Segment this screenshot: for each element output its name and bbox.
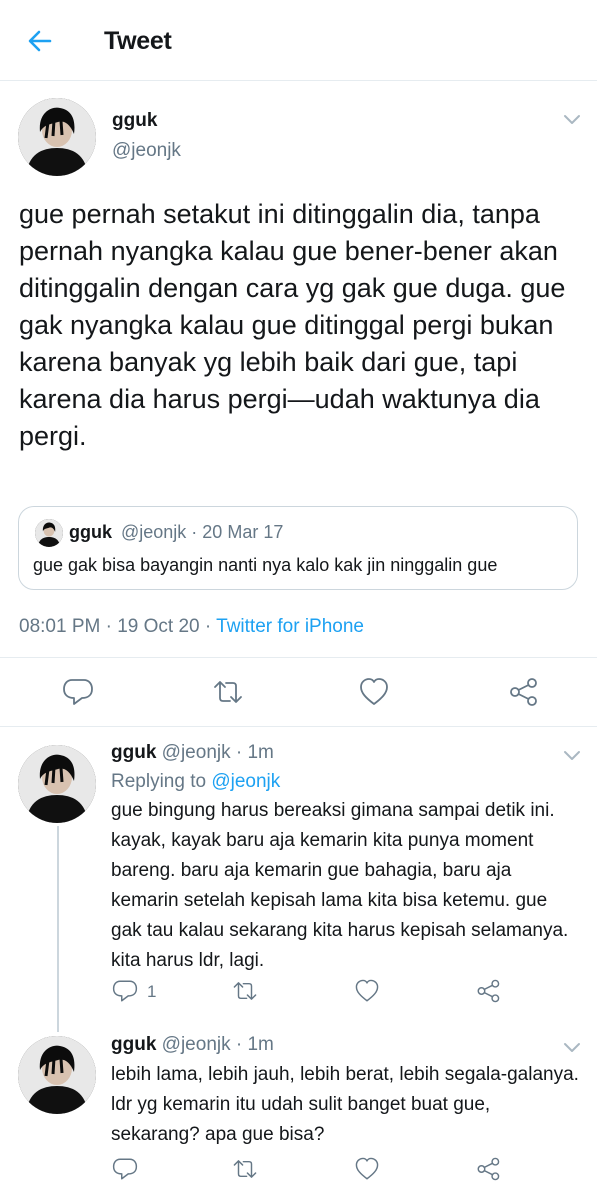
reply-text: gue bingung harus bereaksi gimana sampai… — [111, 800, 569, 971]
quoted-handle-date: @jeonjk · 20 Mar 17 — [121, 522, 284, 542]
retweet-icon[interactable] — [232, 1156, 258, 1182]
avatar[interactable] — [18, 1036, 96, 1114]
quoted-tweet[interactable]: gguk @jeonjk · 20 Mar 17 gue gak bisa ba… — [18, 506, 578, 590]
divider — [0, 726, 597, 727]
reply-icon[interactable] — [112, 1156, 138, 1182]
page-title: Tweet — [104, 27, 172, 55]
client-link[interactable]: Twitter for iPhone — [216, 616, 364, 637]
meta-separator: · — [105, 616, 112, 637]
retweet-icon[interactable] — [232, 978, 258, 1004]
reply-icon[interactable] — [62, 676, 94, 708]
arrow-left-icon[interactable] — [26, 27, 54, 55]
handle-time: @jeonjk · 1m — [161, 742, 274, 763]
replying-label: Replying to — [111, 771, 207, 792]
like-icon[interactable] — [354, 1156, 380, 1182]
reply-text: lebih lama, lebih jauh, lebih berat, leb… — [111, 1064, 579, 1145]
meta-separator: · — [204, 616, 212, 637]
author-name[interactable]: gguk — [112, 110, 157, 132]
reply-icon[interactable] — [112, 978, 138, 1004]
share-icon[interactable] — [507, 676, 539, 708]
divider — [0, 657, 597, 658]
top-bar: Tweet — [0, 0, 597, 81]
share-icon[interactable] — [475, 1156, 501, 1182]
chevron-down-icon[interactable] — [562, 1040, 582, 1054]
thread-line — [57, 826, 59, 1032]
mention-link[interactable]: @jeonjk — [211, 771, 280, 792]
tweet-date: 19 Oct 20 — [117, 616, 200, 637]
handle-time: @jeonjk · 1m — [161, 1034, 274, 1055]
replying-to: Replying to @jeonjk — [111, 771, 280, 793]
quoted-author-name: gguk — [69, 522, 112, 542]
quoted-text: gue gak bisa bayangin nanti nya kalo kak… — [33, 555, 498, 575]
tweet-meta: 08:01 PM · 19 Oct 20 · Twitter for iPhon… — [19, 616, 364, 638]
author-handle[interactable]: @jeonjk — [112, 140, 181, 162]
avatar — [35, 519, 63, 547]
reply-header: gguk @jeonjk · 1m — [111, 1034, 274, 1056]
avatar[interactable] — [18, 745, 96, 823]
author-name[interactable]: gguk — [111, 1034, 156, 1055]
avatar[interactable] — [18, 98, 96, 176]
like-icon[interactable] — [358, 676, 390, 708]
author-name[interactable]: gguk — [111, 742, 156, 763]
tweet-text: gue pernah setakut ini ditinggalin dia, … — [19, 199, 566, 451]
chevron-down-icon[interactable] — [562, 748, 582, 762]
reply-header: gguk @jeonjk · 1m — [111, 742, 274, 764]
retweet-icon[interactable] — [212, 676, 244, 708]
reply-count: 1 — [147, 982, 157, 1001]
share-icon[interactable] — [475, 978, 501, 1004]
like-icon[interactable] — [354, 978, 380, 1004]
tweet-time: 08:01 PM — [19, 616, 101, 637]
chevron-down-icon[interactable] — [562, 112, 582, 126]
